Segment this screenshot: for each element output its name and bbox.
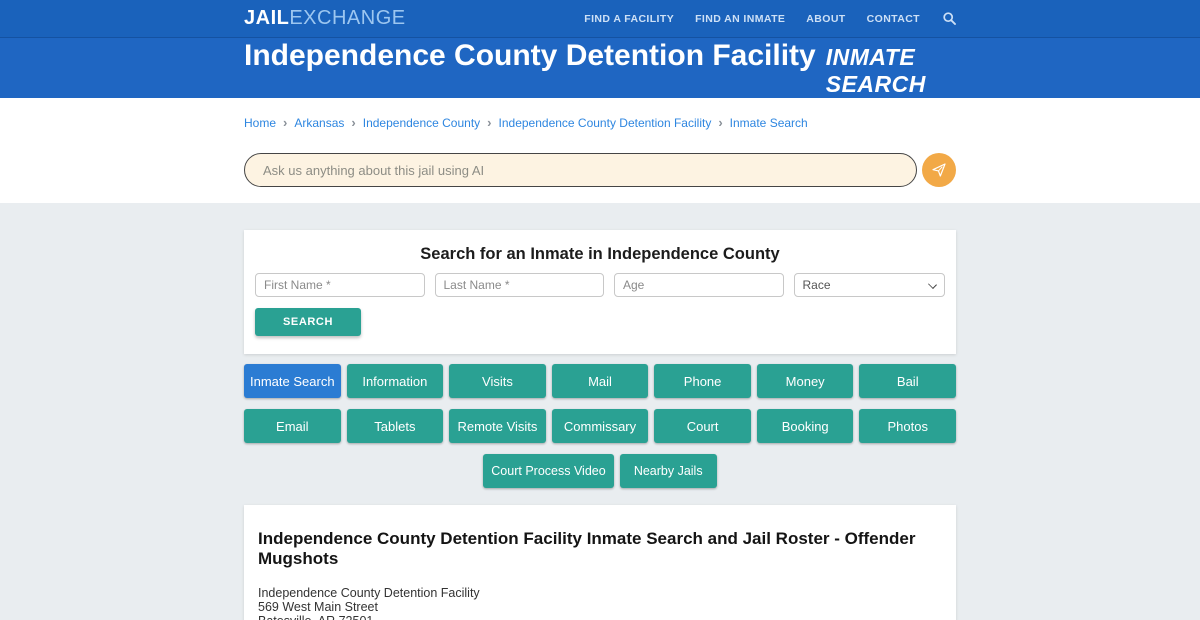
logo-text-exchange: EXCHANGE <box>289 7 406 29</box>
tab-email[interactable]: Email <box>244 409 341 443</box>
tab-phone[interactable]: Phone <box>654 364 751 398</box>
tab-court-process-video[interactable]: Court Process Video <box>483 454 614 488</box>
nav-find-an-inmate[interactable]: FIND AN INMATE <box>695 13 785 25</box>
chevron-right-icon: › <box>487 115 492 130</box>
tab-photos[interactable]: Photos <box>859 409 957 443</box>
site-logo[interactable]: JAILEXCHANGE <box>244 7 406 30</box>
logo-text-jail: JAIL <box>244 7 290 29</box>
last-name-field[interactable] <box>434 273 604 297</box>
paper-plane-icon <box>931 162 947 178</box>
tab-visits[interactable]: Visits <box>449 364 546 398</box>
breadcrumb-inmate-search[interactable]: Inmate Search <box>730 116 808 130</box>
nav-find-a-facility[interactable]: FIND A FACILITY <box>584 13 674 25</box>
ai-question-input[interactable] <box>244 153 917 187</box>
tab-commissary[interactable]: Commissary <box>551 409 649 443</box>
tab-nearby-jails[interactable]: Nearby Jails <box>619 454 717 488</box>
breadcrumb-ai-section: Home › Arkansas › Independence County › … <box>0 98 1200 203</box>
race-select-wrap: Race <box>793 273 945 297</box>
tab-bail[interactable]: Bail <box>859 364 957 398</box>
facility-info-card: Independence County Detention Facility I… <box>244 505 956 620</box>
facility-street: 569 West Main Street <box>258 600 378 614</box>
chevron-right-icon: › <box>718 115 723 130</box>
nav-about[interactable]: ABOUT <box>806 13 845 25</box>
nav-contact[interactable]: CONTACT <box>867 13 920 25</box>
chevron-right-icon: › <box>283 115 288 130</box>
facility-city-state: Batesville, AR 72501 <box>258 614 942 620</box>
first-name-field[interactable] <box>255 273 425 297</box>
chevron-right-icon: › <box>351 115 356 130</box>
top-header: JAILEXCHANGE FIND A FACILITY FIND AN INM… <box>0 0 1200 38</box>
page-subtitle: INMATE SEARCH <box>825 43 926 97</box>
tab-money[interactable]: Money <box>756 364 854 398</box>
breadcrumb-home[interactable]: Home <box>244 116 276 130</box>
breadcrumb-independence-county[interactable]: Independence County <box>363 116 480 130</box>
ai-send-button[interactable] <box>922 153 956 187</box>
breadcrumb: Home › Arkansas › Independence County › … <box>244 115 956 130</box>
facility-name: Independence County Detention Facility <box>258 586 480 600</box>
age-field[interactable] <box>614 273 784 297</box>
race-select[interactable]: Race <box>793 273 945 297</box>
page-title: Independence County Detention Facility <box>244 38 816 72</box>
tab-information[interactable]: Information <box>346 364 444 398</box>
top-nav: FIND A FACILITY FIND AN INMATE ABOUT CON… <box>584 12 956 25</box>
breadcrumb-detention-facility[interactable]: Independence County Detention Facility <box>499 116 712 130</box>
tab-booking[interactable]: Booking <box>756 409 854 443</box>
tab-mail[interactable]: Mail <box>551 364 649 398</box>
breadcrumb-arkansas[interactable]: Arkansas <box>294 116 344 130</box>
tab-inmate-search[interactable]: Inmate Search <box>244 364 341 398</box>
tab-court[interactable]: Court <box>654 409 751 443</box>
search-form-title: Search for an Inmate in Independence Cou… <box>420 245 780 263</box>
search-icon[interactable] <box>943 12 956 25</box>
tab-tablets[interactable]: Tablets <box>346 409 444 443</box>
page-banner: Independence County Detention Facility I… <box>0 38 1200 98</box>
tab-remote-visits[interactable]: Remote Visits <box>449 409 546 443</box>
main-content: Search for an Inmate in Independence Cou… <box>0 203 1200 620</box>
content-heading: Independence County Detention Facility I… <box>258 529 916 568</box>
facility-nav-buttons: Inmate Search Information Visits Mail Ph… <box>244 364 957 488</box>
search-submit-button[interactable]: SEARCH <box>255 308 361 336</box>
inmate-search-card: Search for an Inmate in Independence Cou… <box>244 230 956 354</box>
